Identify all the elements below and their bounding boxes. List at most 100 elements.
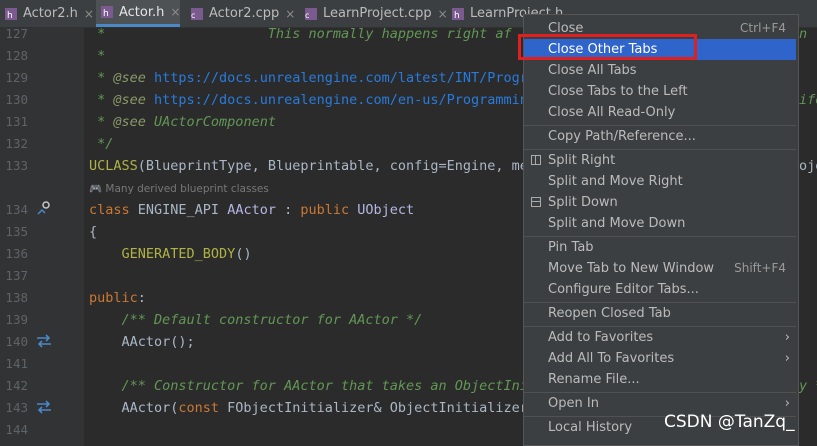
code-line-143: AActor(const FObjectInitializer& ObjectI… [89,400,528,416]
code-overflow: n [799,26,808,42]
split-horizontal-icon [531,197,541,207]
chevron-right-icon: › [784,396,790,411]
code-line-140: AActor(); [89,334,195,350]
close-icon[interactable]: × [170,5,180,19]
code-line-130: * @see https://docs.unrealengine.com/en-… [89,92,528,108]
code-text: (BlueprintType, Blueprintable, config=En… [137,158,528,174]
menu-label: Split Right [548,153,616,168]
code-line-142: /** Constructor for AActor that takes an… [89,378,528,394]
svg-text:h: h [7,11,13,21]
line-number: 141 [5,356,28,371]
macro-name: UCLASS [89,158,138,174]
subclass-marker-icon[interactable] [36,200,52,220]
menu-item-reopen-closed[interactable]: Reopen Closed Tab [524,303,796,324]
line-number: 137 [5,268,28,283]
line-number: 142 [5,378,28,393]
svg-text:h: h [103,9,109,19]
menu-item-move-new-window[interactable]: Move Tab to New Window Shift+F4 [524,258,796,279]
cpp-file-icon: c [190,7,204,21]
tab-actor-h[interactable]: h Actor.h × [96,0,181,27]
header-file-icon: h [451,7,465,21]
menu-item-close-read-only[interactable]: Close All Read-Only [524,102,796,123]
menu-item-split-down[interactable]: Split Down [524,192,796,213]
menu-item-split-move-right[interactable]: Split and Move Right [524,171,796,192]
line-number: 132 [5,136,28,151]
navigate-definition-icon[interactable] [36,400,52,418]
line-number: 129 [5,70,28,85]
menu-item-add-all-favorites[interactable]: Add All To Favorites › [524,348,796,369]
menu-label: Move Tab to New Window [548,261,715,276]
menu-item-add-favorites[interactable]: Add to Favorites › [524,327,796,348]
code-line-131: * @see UActorComponent [89,114,276,130]
comment-text: * [89,114,114,130]
code-line-128: * [89,48,106,64]
menu-label: Pin Tab [548,240,594,255]
keyword: const [178,400,220,416]
code-vision-hint[interactable]: 🎮 Many derived blueprint classes [89,182,269,195]
menu-label: Reopen Closed Tab [548,306,671,321]
line-number: 143 [5,400,28,415]
code-line-132: */ [89,136,114,152]
line-number: 127 [5,26,28,41]
code-text: () [235,246,252,262]
menu-label: Close Tabs to the Left [548,84,688,99]
line-number: 134 [5,202,28,217]
menu-label: Add to Favorites [548,330,654,345]
comment-text: UActorComponent [145,114,276,130]
chevron-right-icon: › [784,351,790,366]
line-number: 138 [5,290,28,305]
menu-label: Rename File... [548,372,640,387]
tab-learnproject-cpp[interactable]: c LearnProject.cpp × [300,0,448,27]
macro-name: GENERATED_BODY [89,246,236,262]
menu-item-copy-path[interactable]: Copy Path/Reference... [524,126,796,147]
menu-label: Open In [548,396,599,411]
code-text: : [275,202,301,218]
tab-actor2-h[interactable]: h Actor2.h × [0,0,94,27]
tab-label: LearnProject.cpp [323,6,432,21]
close-icon[interactable]: × [285,7,295,21]
highlight-box [518,34,697,60]
doc-link[interactable]: https://docs.unrealengine.com/en-us/Prog… [146,92,528,108]
code-line-134: class ENGINE_API AActor : public UObject [89,202,414,218]
menu-item-close-all-tabs[interactable]: Close All Tabs [524,60,796,81]
tab-actor2-cpp[interactable]: c Actor2.cpp × [186,0,295,27]
code-line-135: { [89,224,98,240]
class-name: UObject [349,202,415,218]
code-overflow: ife [799,92,817,108]
doc-tag: @see [113,70,146,86]
line-number: 139 [5,312,28,327]
keyword: class [89,202,130,218]
cpp-file-icon: c [304,7,318,21]
split-vertical-icon [531,155,541,165]
menu-item-configure-tabs[interactable]: Configure Editor Tabs... [524,279,796,300]
header-file-icon: h [100,5,114,19]
navigate-definition-icon[interactable] [36,334,52,352]
tab-label: Actor.h [119,4,165,20]
menu-label: Split Down [548,195,618,210]
gamepad-icon: 🎮 [89,183,103,195]
menu-label: Add All To Favorites [548,351,675,366]
comment-text: * [89,70,114,86]
doc-link[interactable]: https://docs.unrealengine.com/latest/INT… [146,70,528,86]
menu-item-open-in[interactable]: Open In › [524,393,796,414]
code-line-136: GENERATED_BODY() [89,246,252,262]
menu-item-close-tabs-left[interactable]: Close Tabs to the Left [524,81,796,102]
doc-tag: @see [113,92,146,108]
line-number: 133 [5,158,28,173]
doc-tag: @see [113,114,146,130]
code-line-133: UCLASS(BlueprintType, Blueprintable, con… [89,158,528,174]
code-overflow: oje [799,158,817,174]
menu-item-split-move-down[interactable]: Split and Move Down [524,213,796,234]
keyword: public [89,290,138,306]
chevron-right-icon: › [784,330,790,345]
menu-label: Configure Editor Tabs... [548,282,699,297]
tab-label: Actor2.h [23,6,78,21]
hint-label: Many derived blueprint classes [105,183,269,195]
watermark: CSDN @TanZq_ [664,412,795,432]
menu-item-pin-tab[interactable]: Pin Tab [524,237,796,258]
menu-item-rename-file[interactable]: Rename File... [524,369,796,390]
header-file-icon: h [4,7,18,21]
close-icon[interactable]: × [84,7,94,21]
menu-item-split-right[interactable]: Split Right [524,150,796,171]
shortcut: Ctrl+F4 [740,21,786,35]
